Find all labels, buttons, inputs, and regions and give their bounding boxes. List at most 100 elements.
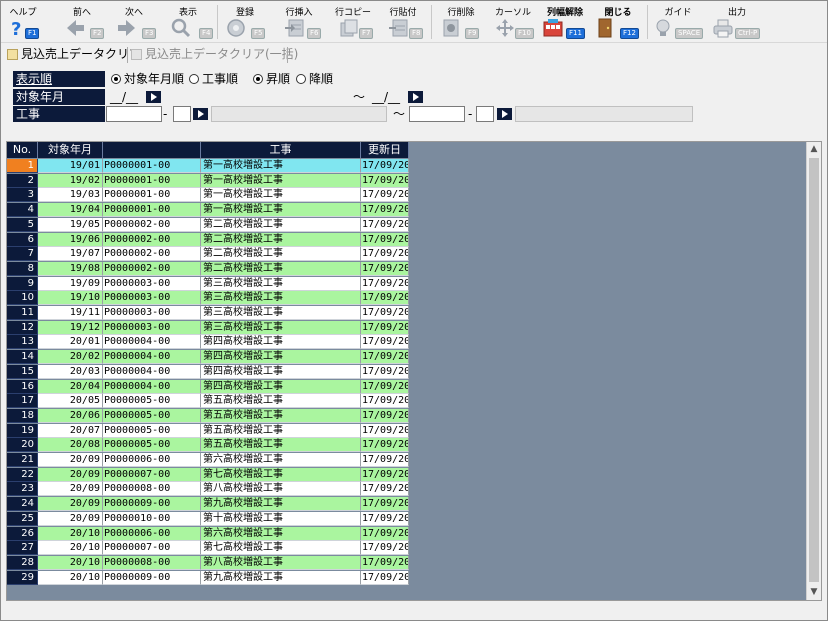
kouji-code-cell[interactable]: P0000001-00 <box>103 173 201 188</box>
target-month-cell[interactable]: 20/10 <box>38 555 103 570</box>
kouji-code-cell[interactable]: P0000002-00 <box>103 217 201 232</box>
row-number-cell[interactable]: 5 <box>7 217 38 232</box>
header-target-month[interactable]: 対象年月 <box>38 142 103 158</box>
month-from-picker-button[interactable] <box>146 91 161 103</box>
target-month-cell[interactable]: 20/10 <box>38 526 103 541</box>
row-number-cell[interactable]: 1 <box>7 159 38 173</box>
kouji-name-cell[interactable]: 第五高校増設工事 <box>201 438 361 453</box>
update-date-cell[interactable]: 17/09/20 <box>361 159 409 173</box>
kouji-code-cell[interactable]: P0000009-00 <box>103 497 201 512</box>
target-month-cell[interactable]: 20/01 <box>38 335 103 350</box>
target-month-cell[interactable]: 19/03 <box>38 188 103 203</box>
row-number-cell[interactable]: 21 <box>7 453 38 467</box>
kouji-name-cell[interactable]: 第八高校増設工事 <box>201 482 361 497</box>
target-month-cell[interactable]: 20/09 <box>38 511 103 526</box>
row-copy-button[interactable]: 行コピー F7 <box>327 1 379 43</box>
prev-button[interactable]: 前へ F2 <box>57 1 107 43</box>
update-date-cell[interactable]: 17/09/20 <box>361 335 409 350</box>
kouji-code-cell[interactable]: P0000003-00 <box>103 291 201 306</box>
target-month-cell[interactable]: 20/08 <box>38 438 103 453</box>
kouji-name-cell[interactable]: 第六高校増設工事 <box>201 453 361 467</box>
kouji-name-cell[interactable]: 第二高校増設工事 <box>201 232 361 247</box>
update-date-cell[interactable]: 17/09/20 <box>361 173 409 188</box>
target-month-cell[interactable]: 19/08 <box>38 261 103 276</box>
close-button[interactable]: 閉じる F12 <box>593 1 643 43</box>
row-number-cell[interactable]: 22 <box>7 467 38 482</box>
row-number-cell[interactable]: 29 <box>7 570 38 585</box>
update-date-cell[interactable]: 17/09/20 <box>361 555 409 570</box>
kouji-name-cell[interactable]: 第五高校増設工事 <box>201 394 361 409</box>
target-month-cell[interactable]: 20/09 <box>38 453 103 467</box>
month-from-input[interactable]: __/__ <box>107 89 143 105</box>
kouji-code-cell[interactable]: P0000004-00 <box>103 379 201 394</box>
kouji-code-cell[interactable]: P0000004-00 <box>103 335 201 350</box>
target-month-cell[interactable]: 20/03 <box>38 364 103 379</box>
target-month-cell[interactable]: 20/09 <box>38 482 103 497</box>
target-month-cell[interactable]: 19/11 <box>38 306 103 320</box>
kouji-name-cell[interactable]: 第四高校増設工事 <box>201 379 361 394</box>
row-number-cell[interactable]: 16 <box>7 379 38 394</box>
row-number-cell[interactable]: 10 <box>7 291 38 306</box>
update-date-cell[interactable]: 17/09/20 <box>361 394 409 409</box>
row-paste-button[interactable]: 行貼付 F8 <box>377 1 429 43</box>
help-button[interactable]: ヘルプ ? F1 <box>3 1 43 43</box>
cursor-button[interactable]: カーソル F10 <box>487 1 539 43</box>
target-month-cell[interactable]: 20/02 <box>38 350 103 365</box>
sort-by-month-radio[interactable]: 対象年月順 <box>111 71 184 87</box>
row-number-cell[interactable]: 19 <box>7 423 38 438</box>
update-date-cell[interactable]: 17/09/20 <box>361 247 409 262</box>
target-month-cell[interactable]: 20/04 <box>38 379 103 394</box>
update-date-cell[interactable]: 17/09/20 <box>361 438 409 453</box>
kouji-to-picker-button[interactable] <box>497 108 512 120</box>
header-kouji-code[interactable] <box>103 142 201 158</box>
kouji-to-code-input[interactable] <box>409 106 465 122</box>
next-button[interactable]: 次へ F3 <box>109 1 159 43</box>
kouji-code-cell[interactable]: P0000004-00 <box>103 350 201 365</box>
row-number-cell[interactable]: 17 <box>7 394 38 409</box>
header-kouji[interactable]: 工事 <box>201 142 361 158</box>
update-date-cell[interactable]: 17/09/20 <box>361 364 409 379</box>
update-date-cell[interactable]: 17/09/20 <box>361 453 409 467</box>
update-date-cell[interactable]: 17/09/20 <box>361 232 409 247</box>
update-date-cell[interactable]: 17/09/20 <box>361 261 409 276</box>
kouji-code-cell[interactable]: P0000009-00 <box>103 570 201 585</box>
kouji-from-picker-button[interactable] <box>193 108 208 120</box>
row-insert-button[interactable]: 行挿入 F6 <box>271 1 327 43</box>
column-width-reset-button[interactable]: 列幅解除 F11 <box>539 1 591 43</box>
kouji-name-cell[interactable]: 第四高校増設工事 <box>201 335 361 350</box>
kouji-code-cell[interactable]: P0000001-00 <box>103 188 201 203</box>
descending-radio[interactable]: 降順 <box>296 71 333 87</box>
update-date-cell[interactable]: 17/09/20 <box>361 541 409 556</box>
kouji-code-cell[interactable]: P0000008-00 <box>103 482 201 497</box>
scrollbar-thumb[interactable] <box>809 158 819 582</box>
target-month-cell[interactable]: 19/04 <box>38 203 103 218</box>
update-date-cell[interactable]: 17/09/20 <box>361 408 409 423</box>
header-update-date[interactable]: 更新日 <box>361 142 409 158</box>
kouji-name-cell[interactable]: 第八高校増設工事 <box>201 555 361 570</box>
kouji-code-cell[interactable]: P0000010-00 <box>103 511 201 526</box>
row-number-cell[interactable]: 18 <box>7 408 38 423</box>
row-number-cell[interactable]: 7 <box>7 247 38 262</box>
update-date-cell[interactable]: 17/09/20 <box>361 482 409 497</box>
kouji-code-cell[interactable]: P0000005-00 <box>103 394 201 409</box>
row-number-cell[interactable]: 6 <box>7 232 38 247</box>
month-to-picker-button[interactable] <box>408 91 423 103</box>
update-date-cell[interactable]: 17/09/20 <box>361 467 409 482</box>
kouji-name-cell[interactable]: 第七高校増設工事 <box>201 541 361 556</box>
target-month-cell[interactable]: 19/09 <box>38 276 103 291</box>
kouji-name-cell[interactable]: 第二高校増設工事 <box>201 247 361 262</box>
update-date-cell[interactable]: 17/09/20 <box>361 350 409 365</box>
kouji-name-cell[interactable]: 第二高校増設工事 <box>201 217 361 232</box>
row-number-cell[interactable]: 28 <box>7 555 38 570</box>
month-to-input[interactable]: __/__ <box>369 89 405 105</box>
kouji-name-cell[interactable]: 第四高校増設工事 <box>201 364 361 379</box>
row-number-cell[interactable]: 26 <box>7 526 38 541</box>
update-date-cell[interactable]: 17/09/20 <box>361 217 409 232</box>
target-month-cell[interactable]: 19/07 <box>38 247 103 262</box>
kouji-name-cell[interactable]: 第六高校増設工事 <box>201 526 361 541</box>
target-month-cell[interactable]: 20/10 <box>38 570 103 585</box>
kouji-name-cell[interactable]: 第五高校増設工事 <box>201 408 361 423</box>
kouji-name-cell[interactable]: 第一高校増設工事 <box>201 203 361 218</box>
kouji-name-cell[interactable]: 第五高校増設工事 <box>201 423 361 438</box>
kouji-name-cell[interactable]: 第一高校増設工事 <box>201 159 361 173</box>
